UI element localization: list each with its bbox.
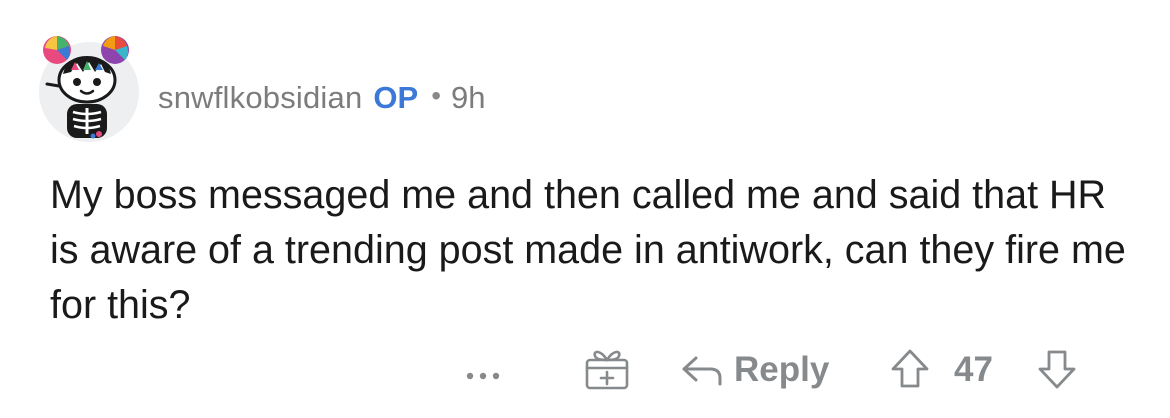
more-options-button[interactable] (462, 354, 512, 388)
op-badge: OP (373, 80, 419, 115)
downvote-arrow-icon (1038, 350, 1076, 389)
award-button[interactable] (583, 346, 631, 392)
username-link[interactable]: snwflkobsidian (158, 80, 362, 116)
more-options-icon (466, 372, 500, 380)
upvote-arrow-icon (891, 349, 929, 388)
comment-age: 9h (451, 80, 486, 115)
comment-body: My boss messaged me and then called me a… (50, 173, 1126, 327)
comment-meta: snwflkobsidian OP • 9h (158, 76, 486, 120)
comment: snwflkobsidian OP • 9h My boss messaged … (0, 0, 1170, 418)
avatar[interactable] (37, 30, 141, 144)
snoo-avatar-icon (39, 36, 139, 142)
vote-count: 47 (954, 350, 993, 389)
reply-label: Reply (734, 350, 830, 389)
upvote-button[interactable] (889, 346, 931, 392)
reply-arrow-icon (682, 356, 722, 386)
award-gift-icon (585, 350, 629, 390)
separator-dot: • (431, 80, 442, 111)
reply-button[interactable]: Reply (680, 348, 829, 392)
downvote-button[interactable] (1036, 346, 1078, 392)
